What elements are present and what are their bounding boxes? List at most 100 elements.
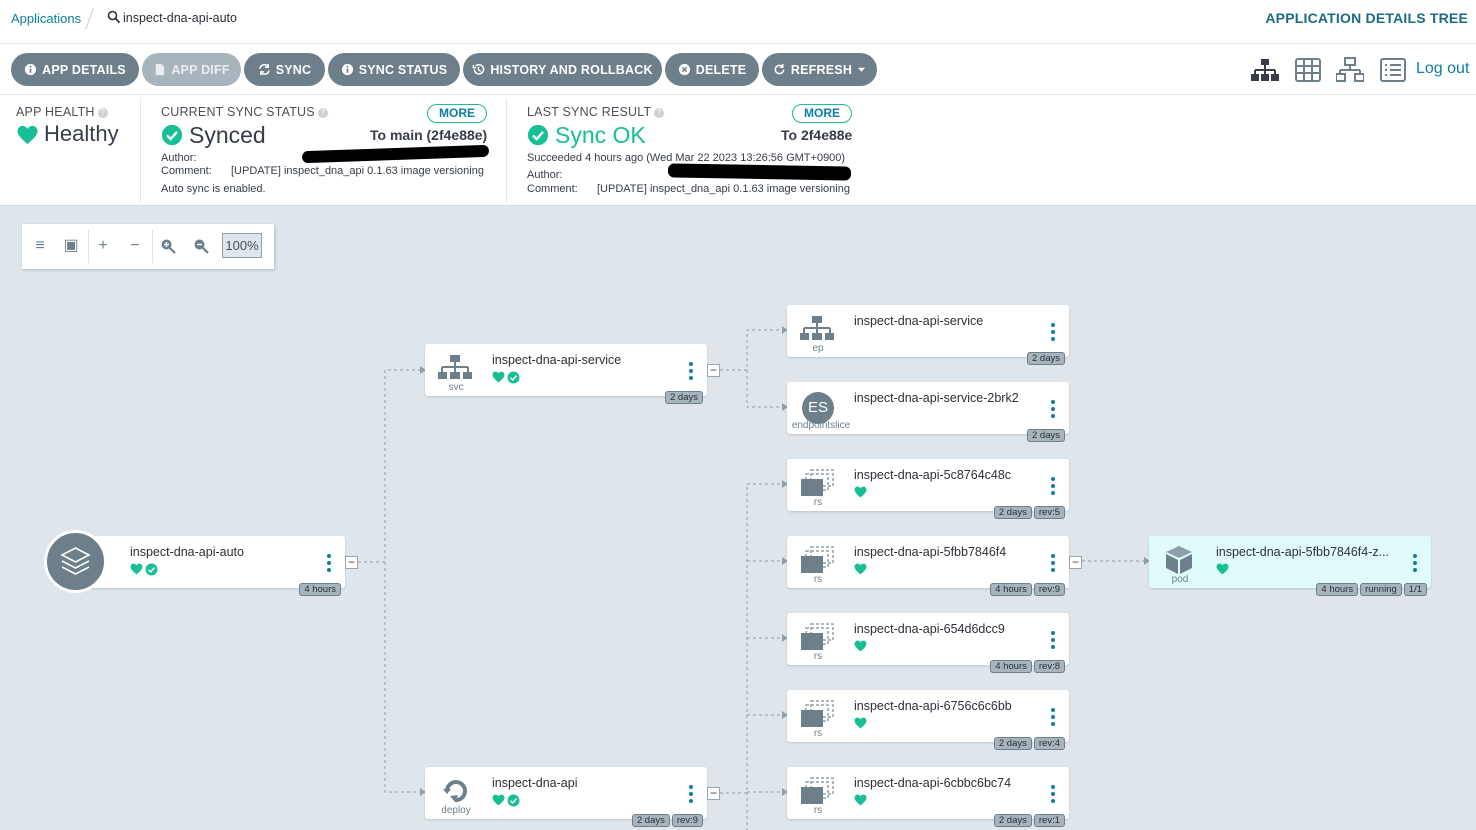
app-diff-label: APP DIFF bbox=[171, 62, 230, 77]
node-name: inspect-dna-api-5fbb7846f4-z... bbox=[1216, 545, 1390, 559]
heart-icon bbox=[854, 640, 867, 652]
node-menu-icon[interactable] bbox=[684, 784, 698, 804]
last-sync-target[interactable]: To 2f4e88e bbox=[781, 127, 852, 143]
breadcrumb-current-app[interactable]: inspect-dna-api-auto bbox=[123, 11, 237, 25]
delete-button[interactable]: DELETE bbox=[665, 53, 759, 86]
age-tag: 2 days bbox=[631, 814, 670, 827]
collapse-toggle[interactable]: − bbox=[707, 364, 720, 377]
sync-comment: [UPDATE] inspect_dna_api 0.1.63 image ve… bbox=[231, 165, 484, 177]
delete-icon bbox=[678, 63, 690, 76]
list-view-icon[interactable] bbox=[1379, 57, 1407, 83]
node-menu-icon[interactable] bbox=[322, 553, 336, 573]
node-menu-icon[interactable] bbox=[1046, 399, 1060, 419]
last-sync-comment: [UPDATE] inspect_dna_api 0.1.63 image ve… bbox=[597, 183, 850, 195]
age-tag: 2 days bbox=[1027, 429, 1065, 442]
node-kind: endpointslice bbox=[791, 420, 851, 431]
tree-edges bbox=[358, 326, 1150, 830]
last-sync-succeeded: Succeeded 4 hours ago (Wed Mar 22 2023 1… bbox=[527, 152, 846, 164]
node-menu-icon[interactable] bbox=[1046, 630, 1060, 650]
sync-status-label: CURRENT SYNC STATUS bbox=[161, 105, 315, 119]
info-icon bbox=[25, 63, 37, 76]
sync-label: SYNC bbox=[275, 62, 312, 77]
top-bar: Applications inspect-dna-api-auto APPLIC… bbox=[0, 0, 1476, 44]
node-name: inspect-dna-api-service-2brk2 bbox=[854, 391, 1019, 405]
health-value: Healthy bbox=[44, 121, 119, 146]
help-icon[interactable]: ? bbox=[317, 108, 328, 118]
replicaset-node[interactable]: rs inspect-dna-api-6756c6c6bb 2 days rev:… bbox=[787, 690, 1069, 750]
replicaset-node[interactable]: rs inspect-dna-api-654d6dcc9 4 hours rev:… bbox=[787, 613, 1069, 673]
sync-author-label: Author: bbox=[161, 152, 197, 164]
revision-tag: rev:9 bbox=[1033, 583, 1065, 596]
divider bbox=[140, 98, 141, 202]
collapse-toggle[interactable]: − bbox=[1069, 556, 1082, 569]
node-menu-icon[interactable] bbox=[1408, 553, 1422, 573]
collapse-toggle[interactable]: − bbox=[345, 556, 358, 569]
revision-tag: rev:8 bbox=[1033, 660, 1065, 673]
app-details-button[interactable]: APP DETAILS bbox=[11, 53, 139, 86]
help-icon[interactable]: ? bbox=[654, 108, 665, 118]
endpoints-icon bbox=[799, 314, 835, 344]
sync-target-revision[interactable]: To main (2f4e88e) bbox=[370, 127, 487, 143]
last-sync-author-label: Author: bbox=[527, 169, 563, 181]
pod-cube-icon bbox=[1166, 546, 1192, 574]
node-name: inspect-dna-api-5fbb7846f4 bbox=[854, 545, 1007, 559]
node-menu-icon[interactable] bbox=[1046, 707, 1060, 727]
breadcrumb-separator bbox=[85, 8, 94, 30]
deployment-node[interactable]: deploy inspect-dna-api 2 days rev:9 bbox=[425, 767, 707, 827]
sync-status-button[interactable]: SYNC STATUS bbox=[328, 53, 460, 86]
node-kind: rs bbox=[813, 805, 823, 816]
refresh-button[interactable]: REFRESH bbox=[762, 53, 877, 86]
sync-status-more-button[interactable]: MORE bbox=[427, 104, 487, 123]
heart-icon bbox=[854, 486, 867, 498]
network-view-icon[interactable] bbox=[1336, 57, 1364, 83]
node-name: inspect-dna-api-service bbox=[492, 353, 622, 367]
history-rollback-button[interactable]: HISTORY AND ROLLBACK bbox=[463, 53, 662, 86]
redacted-author bbox=[301, 144, 490, 164]
divider bbox=[506, 98, 507, 202]
revision-tag: rev:5 bbox=[1033, 506, 1065, 519]
node-name: inspect-dna-api bbox=[492, 776, 578, 790]
age-tag: 2 days bbox=[993, 737, 1032, 750]
replicaset-node[interactable]: rs inspect-dna-api-5c8764c48c 2 days rev:… bbox=[787, 459, 1069, 519]
check-circle-icon bbox=[507, 371, 520, 384]
check-circle-icon bbox=[145, 563, 158, 576]
node-name: inspect-dna-api-5c8764c48c bbox=[854, 468, 1012, 482]
replicaset-icon bbox=[799, 699, 835, 729]
heart-icon bbox=[16, 125, 39, 145]
replicaset-node[interactable]: rs inspect-dna-api-5fbb7846f4 4 hours rev… bbox=[787, 536, 1069, 596]
collapse-toggle[interactable]: − bbox=[707, 787, 720, 800]
sync-button[interactable]: SYNC bbox=[244, 53, 325, 86]
heart-icon bbox=[1216, 563, 1229, 575]
logout-link[interactable]: Log out bbox=[1416, 60, 1469, 78]
node-menu-icon[interactable] bbox=[1046, 553, 1060, 573]
pods-grid-icon[interactable] bbox=[1294, 57, 1322, 83]
node-menu-icon[interactable] bbox=[1046, 476, 1060, 496]
app-diff-button[interactable]: APP DIFF bbox=[142, 53, 241, 86]
resource-tree-canvas[interactable]: ≡ ▣ + − 100% inspect-dna-api-auto 4 hour… bbox=[0, 206, 1476, 830]
age-tag: 4 hours bbox=[990, 583, 1032, 596]
heart-icon bbox=[492, 371, 505, 383]
deployment-icon bbox=[443, 780, 467, 803]
breadcrumb-applications[interactable]: Applications bbox=[11, 11, 81, 26]
age-tag: 2 days bbox=[1027, 352, 1065, 365]
help-icon[interactable]: ? bbox=[97, 108, 108, 118]
tree-view-icon[interactable] bbox=[1251, 57, 1279, 83]
endpointslice-node[interactable]: ES endpointslice inspect-dna-api-service… bbox=[787, 382, 1069, 442]
check-circle-icon bbox=[507, 794, 520, 807]
node-name: inspect-dna-api-auto bbox=[130, 545, 244, 559]
node-kind: rs bbox=[813, 651, 823, 662]
node-kind: rs bbox=[813, 497, 823, 508]
last-sync-more-button[interactable]: MORE bbox=[792, 104, 852, 123]
pod-node[interactable]: pod inspect-dna-api-5fbb7846f4-z... 4 ho… bbox=[1149, 536, 1431, 596]
endpoints-node[interactable]: ep inspect-dna-api-service 2 days bbox=[787, 305, 1069, 365]
node-menu-icon[interactable] bbox=[1046, 322, 1060, 342]
node-menu-icon[interactable] bbox=[684, 361, 698, 381]
service-node[interactable]: svc inspect-dna-api-service 2 days bbox=[425, 344, 707, 404]
node-menu-icon[interactable] bbox=[1046, 784, 1060, 804]
file-icon bbox=[156, 63, 165, 76]
check-circle-icon bbox=[527, 124, 549, 146]
replicaset-icon bbox=[799, 545, 835, 575]
search-icon[interactable] bbox=[107, 10, 121, 24]
replicaset-node[interactable]: rs inspect-dna-api-6cbbc6bc74 2 days rev:… bbox=[787, 767, 1069, 827]
status-panel: APP HEALTH? Healthy CURRENT SYNC STATUS?… bbox=[0, 95, 1476, 206]
